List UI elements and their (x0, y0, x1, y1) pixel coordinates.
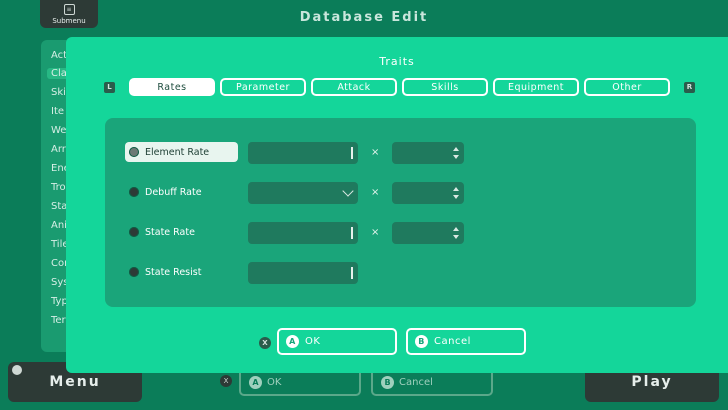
state-resist-radio[interactable]: State Resist (125, 262, 238, 282)
sidebar-item-terms[interactable]: Ter (51, 315, 66, 326)
ok-label: OK (305, 336, 321, 347)
stepper-up-icon[interactable] (453, 187, 459, 191)
cancel-button[interactable]: B Cancel (406, 328, 526, 355)
state-rate-label: State Rate (145, 226, 195, 238)
state-rate-text-field[interactable] (248, 222, 358, 244)
l-shoulder-icon: L (104, 82, 115, 93)
ok-button[interactable]: A OK (277, 328, 397, 355)
a-key-icon: A (286, 335, 299, 348)
sidebar-item-animations[interactable]: Ani (51, 220, 67, 231)
chevron-down-icon (342, 185, 354, 197)
debuff-rate-radio[interactable]: Debuff Rate (125, 182, 238, 202)
bg-cancel-label: Cancel (399, 376, 433, 388)
sidebar-item-states[interactable]: Sta (51, 201, 67, 212)
sidebar-item-skills[interactable]: Ski (51, 87, 66, 98)
sidebar-item-actors[interactable]: Act (51, 50, 67, 61)
stepper-down-icon[interactable] (453, 235, 459, 239)
state-resist-label: State Resist (145, 266, 202, 278)
stepper-down-icon[interactable] (453, 155, 459, 159)
a-key-icon: A (249, 375, 262, 389)
r-shoulder-icon: R (684, 82, 695, 93)
multiply-symbol: × (371, 147, 380, 158)
multiply-symbol: × (371, 187, 380, 198)
play-label: Play (631, 374, 673, 390)
rates-panel: Element Rate × Debuff Rate × State Rate (105, 118, 696, 307)
dialog-title: Traits (379, 55, 415, 68)
element-rate-number-stepper[interactable] (392, 142, 464, 164)
bg-x-key-icon: X (220, 375, 232, 387)
state-rate-number-stepper[interactable] (392, 222, 464, 244)
tab-parameter[interactable]: Parameter (220, 78, 306, 96)
sidebar-item-weapons[interactable]: We (51, 125, 66, 136)
tab-equipment[interactable]: Equipment (493, 78, 579, 96)
element-rate-label: Element Rate (145, 146, 210, 158)
tab-attack[interactable]: Attack (311, 78, 397, 96)
b-key-icon: B (381, 375, 394, 389)
sidebar-item-troops[interactable]: Tro (51, 182, 66, 193)
tab-other[interactable]: Other (584, 78, 670, 96)
element-rate-radio[interactable]: Element Rate (125, 142, 238, 162)
stepper-down-icon[interactable] (453, 195, 459, 199)
stepper-up-icon[interactable] (453, 147, 459, 151)
sidebar-item-armors[interactable]: Arr (51, 144, 66, 155)
text-cursor-icon (351, 267, 353, 279)
minus-icon (12, 365, 22, 375)
element-rate-text-field[interactable] (248, 142, 358, 164)
text-cursor-icon (351, 227, 353, 239)
cancel-label: Cancel (434, 336, 471, 347)
tab-skills[interactable]: Skills (402, 78, 488, 96)
radio-dot-icon (129, 227, 139, 237)
state-resist-text-field[interactable] (248, 262, 358, 284)
traits-dialog: Traits L Rates Parameter Attack Skills E… (66, 37, 728, 373)
debuff-rate-dropdown[interactable] (248, 182, 358, 204)
page-title: Database Edit (299, 10, 429, 25)
x-key-icon: X (259, 337, 271, 349)
radio-dot-icon (129, 147, 139, 157)
multiply-symbol: × (371, 227, 380, 238)
stepper-up-icon[interactable] (453, 227, 459, 231)
debuff-rate-number-stepper[interactable] (392, 182, 464, 204)
text-cursor-icon (351, 147, 353, 159)
state-rate-radio[interactable]: State Rate (125, 222, 238, 242)
radio-dot-icon (129, 187, 139, 197)
debuff-rate-label: Debuff Rate (145, 186, 202, 198)
sidebar-item-items[interactable]: Ite (51, 106, 64, 117)
bg-ok-label: OK (267, 376, 282, 388)
b-key-icon: B (415, 335, 428, 348)
tab-rates[interactable]: Rates (129, 78, 215, 96)
radio-dot-icon (129, 267, 139, 277)
menu-label: Menu (49, 374, 101, 390)
